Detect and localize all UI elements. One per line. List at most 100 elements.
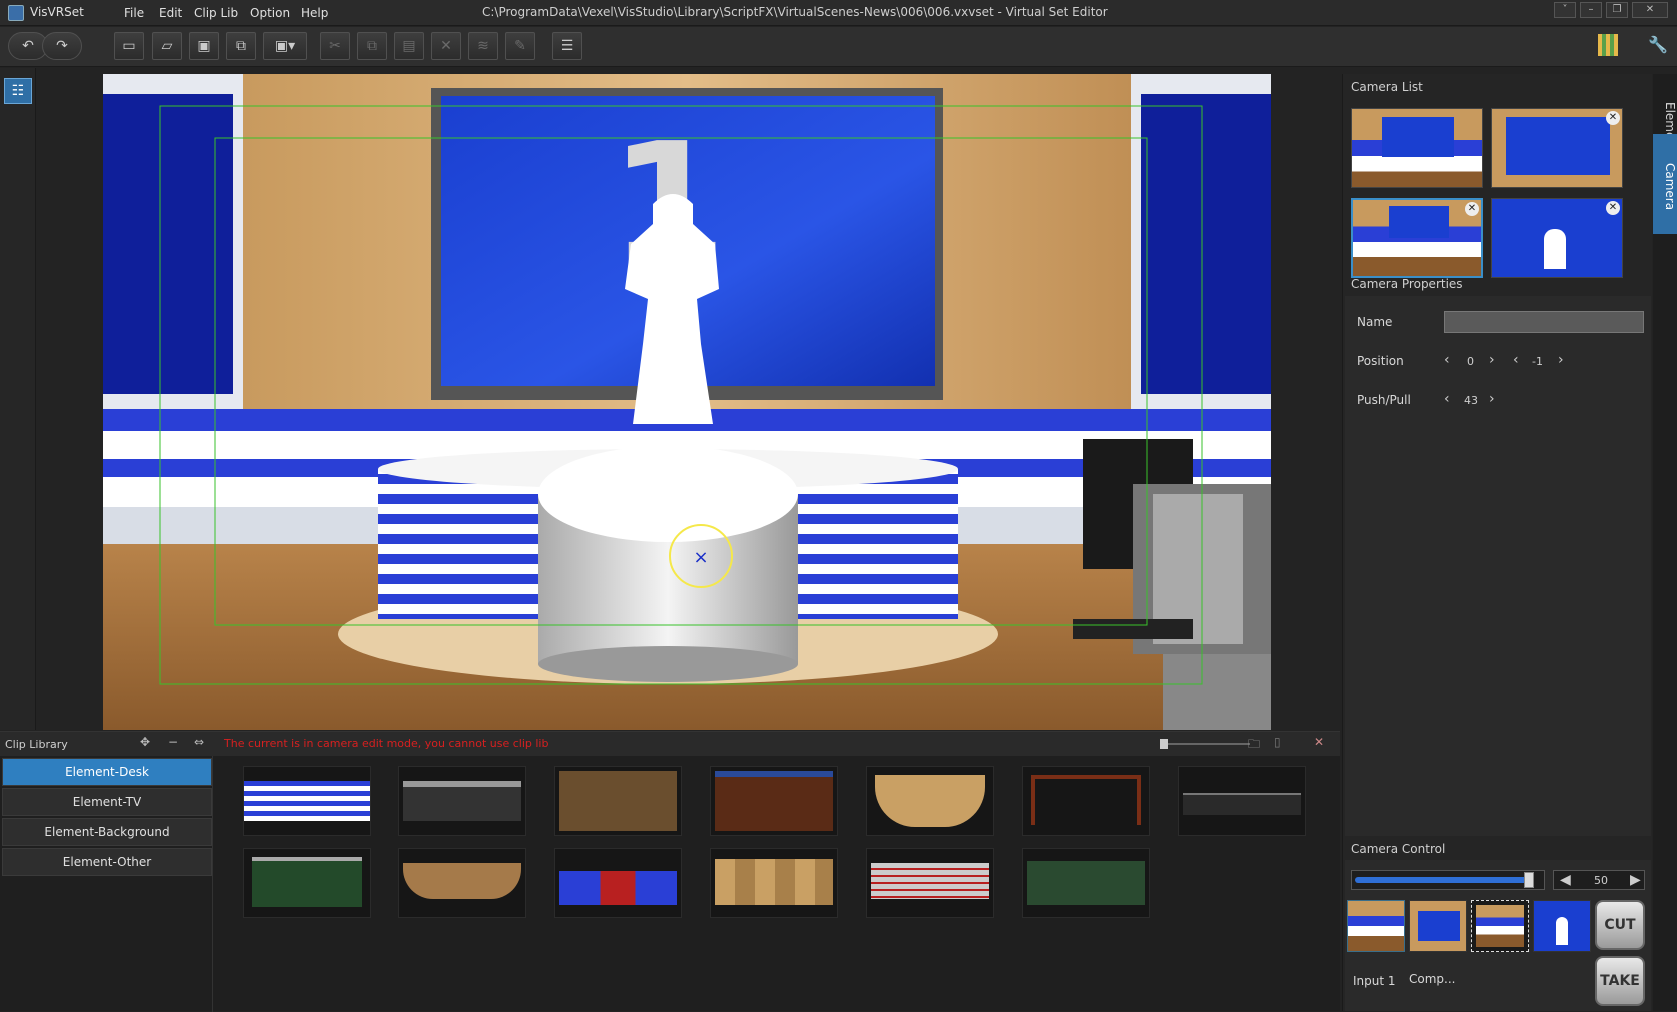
clip-item[interactable] bbox=[243, 766, 371, 836]
camera-thumb-2[interactable]: ✕ bbox=[1491, 108, 1623, 188]
title-bar: VisVRSet File Edit Clip Lib Option Help … bbox=[0, 0, 1677, 26]
take-button[interactable]: TAKE bbox=[1595, 956, 1645, 1006]
input-thumb-1[interactable] bbox=[1347, 900, 1405, 952]
properties-toggle-icon[interactable]: ☷ bbox=[4, 78, 32, 104]
file-icon[interactable]: ▯ bbox=[1274, 735, 1281, 749]
cut-button[interactable]: CUT bbox=[1595, 900, 1645, 950]
close-icon[interactable]: ✕ bbox=[1314, 735, 1324, 749]
delete-icon[interactable]: ✕ bbox=[431, 32, 461, 60]
clip-item[interactable] bbox=[398, 766, 526, 836]
zoom-slider[interactable] bbox=[1160, 739, 1250, 749]
redo-icon[interactable]: ↷ bbox=[42, 32, 82, 60]
restore-icon[interactable]: ❐ bbox=[1606, 2, 1628, 18]
slider-decrement-icon[interactable]: ◀ bbox=[1560, 872, 1571, 888]
input-thumb-2[interactable] bbox=[1409, 900, 1467, 952]
clip-library-title: Clip Library bbox=[5, 738, 68, 751]
position-x-increment-icon[interactable]: › bbox=[1489, 352, 1495, 368]
menu-option[interactable]: Option bbox=[250, 6, 290, 20]
close-icon[interactable]: ✕ bbox=[1632, 2, 1668, 18]
minimize-icon[interactable]: – bbox=[1580, 2, 1602, 18]
pushpull-value[interactable]: 43 bbox=[1464, 394, 1478, 407]
camera-thumb-3[interactable]: ✕ bbox=[1351, 198, 1483, 278]
clip-item[interactable] bbox=[1178, 766, 1306, 836]
pushpull-increment-icon[interactable]: › bbox=[1489, 391, 1495, 407]
folder-icon[interactable]: 🗀 bbox=[1248, 735, 1260, 756]
open-folder-icon[interactable]: ▱ bbox=[152, 32, 182, 60]
position-y-decrement-icon[interactable]: ‹ bbox=[1513, 352, 1519, 368]
clip-item[interactable] bbox=[866, 766, 994, 836]
clip-item[interactable] bbox=[710, 766, 838, 836]
toolbar: ↶ ↷ ▭ ▱ ▣ ⧉ ▣▾ ✂ ⧉ ▤ ✕ ≋ ✎ ☰ 🔧 bbox=[0, 27, 1677, 67]
input-label-1: Input 1 bbox=[1353, 974, 1396, 988]
clip-library: Clip Library ✥ − ⇔ The current is in cam… bbox=[0, 731, 1340, 1012]
input-label-2: Comp... bbox=[1409, 972, 1456, 986]
clip-library-warning: The current is in camera edit mode, you … bbox=[224, 737, 549, 750]
library-icon[interactable] bbox=[1598, 34, 1618, 56]
svg-text:×: × bbox=[693, 547, 708, 568]
position-x-value[interactable]: 0 bbox=[1467, 355, 1474, 368]
menu-clip-lib[interactable]: Clip Lib bbox=[194, 6, 238, 20]
list-icon[interactable]: ☰ bbox=[552, 32, 582, 60]
input-thumb-4[interactable] bbox=[1533, 900, 1591, 952]
clip-item[interactable] bbox=[866, 848, 994, 918]
slider-value-box[interactable]: ◀ 50 ▶ bbox=[1553, 870, 1645, 890]
menu-file[interactable]: File bbox=[124, 6, 144, 20]
camera-name-field[interactable] bbox=[1444, 311, 1644, 333]
camera-properties-title: Camera Properties bbox=[1351, 277, 1463, 291]
layers-icon[interactable]: ≋ bbox=[468, 32, 498, 60]
close-icon[interactable]: ✕ bbox=[1606, 201, 1620, 215]
position-label: Position bbox=[1357, 354, 1404, 368]
clip-category-desk[interactable]: Element-Desk bbox=[2, 758, 212, 786]
clip-item[interactable] bbox=[398, 848, 526, 918]
paste-icon[interactable]: ▤ bbox=[394, 32, 424, 60]
app-icon bbox=[8, 5, 24, 21]
camera-properties-panel bbox=[1345, 296, 1651, 836]
window-title: C:\ProgramData\Vexel\VisStudio\Library\S… bbox=[482, 5, 1108, 19]
clip-item[interactable] bbox=[1022, 766, 1150, 836]
scene-viewport[interactable]: 1 × bbox=[103, 74, 1271, 730]
slider-value: 50 bbox=[1594, 874, 1608, 887]
clip-library-header: Clip Library ✥ − ⇔ The current is in cam… bbox=[0, 732, 1340, 756]
cut-icon[interactable]: ✂ bbox=[320, 32, 350, 60]
camera-thumb-4[interactable]: ✕ bbox=[1491, 198, 1623, 278]
camera-list-title: Camera List bbox=[1351, 80, 1423, 94]
close-icon[interactable]: ✕ bbox=[1465, 202, 1479, 216]
menu-edit[interactable]: Edit bbox=[159, 6, 182, 20]
pushpull-label: Push/Pull bbox=[1357, 393, 1411, 407]
copy-icon[interactable]: ⧉ bbox=[357, 32, 387, 60]
position-y-increment-icon[interactable]: › bbox=[1558, 352, 1564, 368]
collapse-icon[interactable]: ˅ bbox=[1554, 2, 1576, 18]
camera-thumb-1[interactable] bbox=[1351, 108, 1483, 188]
tab-camera[interactable]: Camera bbox=[1653, 134, 1677, 234]
edit-layers-icon[interactable]: ✎ bbox=[505, 32, 535, 60]
camera-control-title: Camera Control bbox=[1351, 842, 1446, 856]
clip-item[interactable] bbox=[554, 848, 682, 918]
export-icon[interactable]: ▣▾ bbox=[263, 32, 307, 60]
add-icon[interactable]: ✥ bbox=[140, 735, 150, 749]
new-file-icon[interactable]: ▭ bbox=[114, 32, 144, 60]
position-x-decrement-icon[interactable]: ‹ bbox=[1444, 352, 1450, 368]
slider-increment-icon[interactable]: ▶ bbox=[1630, 872, 1641, 888]
camera-slider[interactable] bbox=[1351, 870, 1545, 890]
left-toolbar: ☷ bbox=[0, 68, 36, 730]
clip-item[interactable] bbox=[554, 766, 682, 836]
wrench-icon[interactable]: 🔧 bbox=[1648, 35, 1668, 54]
clip-item[interactable] bbox=[1022, 848, 1150, 918]
vertical-tab-strip: Element Camera bbox=[1653, 74, 1677, 1011]
save-icon[interactable]: ▣ bbox=[189, 32, 219, 60]
position-y-value[interactable]: -1 bbox=[1532, 355, 1543, 368]
clip-category-tv[interactable]: Element-TV bbox=[2, 788, 212, 816]
save-as-icon[interactable]: ⧉ bbox=[226, 32, 256, 60]
fit-icon[interactable]: ⇔ bbox=[194, 735, 204, 749]
pushpull-decrement-icon[interactable]: ‹ bbox=[1444, 391, 1450, 407]
clip-category-background[interactable]: Element-Background bbox=[2, 818, 212, 846]
clip-item[interactable] bbox=[710, 848, 838, 918]
app-name: VisVRSet bbox=[30, 5, 84, 19]
clip-item[interactable] bbox=[243, 848, 371, 918]
close-icon[interactable]: ✕ bbox=[1606, 111, 1620, 125]
input-thumb-3[interactable] bbox=[1471, 900, 1529, 952]
clip-category-other[interactable]: Element-Other bbox=[2, 848, 212, 876]
menu-help[interactable]: Help bbox=[301, 6, 328, 20]
remove-icon[interactable]: − bbox=[168, 735, 178, 749]
scene-render: 1 × bbox=[103, 74, 1271, 730]
